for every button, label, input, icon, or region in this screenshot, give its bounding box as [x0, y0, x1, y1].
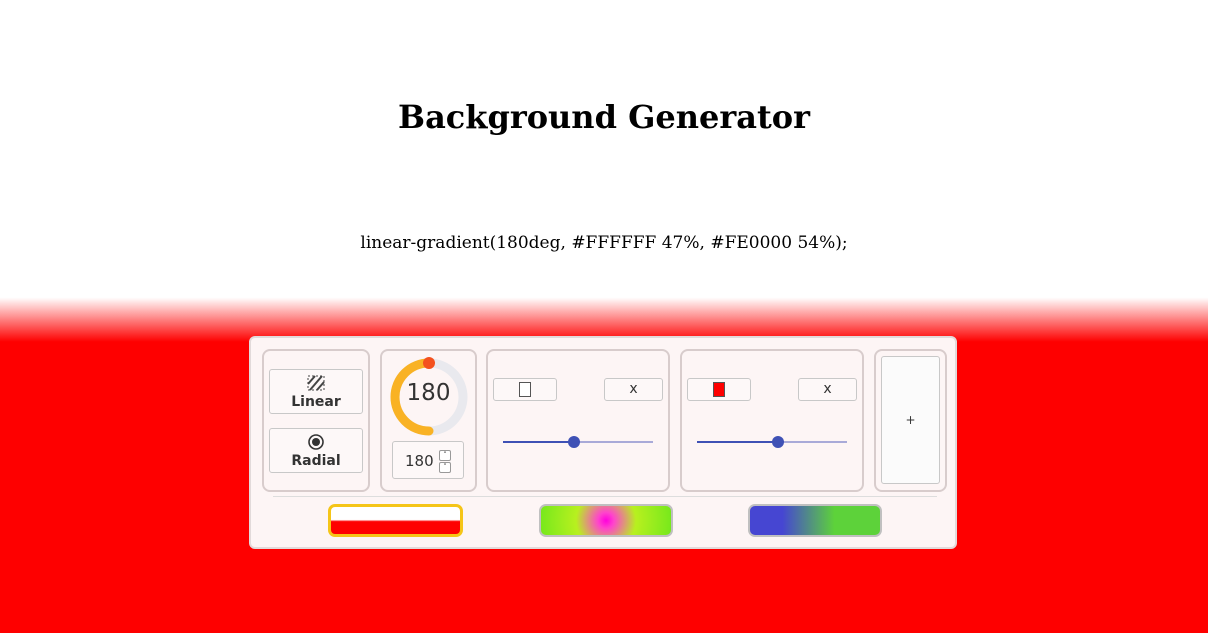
page-title: Background Generator — [398, 98, 810, 136]
slider-fill — [503, 441, 574, 443]
slider-thumb[interactable] — [772, 436, 784, 448]
angle-input[interactable]: 180 ˄ ˅ — [392, 441, 464, 479]
color-swatch — [519, 382, 531, 397]
angle-input-value: 180 — [405, 452, 434, 470]
divider — [273, 496, 937, 497]
angle-card: 180 180 ˄ ˅ — [380, 349, 477, 492]
add-stop-button[interactable]: + — [881, 356, 940, 484]
add-stop-card: + — [874, 349, 947, 492]
preset-radial-magenta-green[interactable] — [539, 504, 673, 537]
color-stop-card: x — [680, 349, 864, 492]
linear-label: Linear — [291, 393, 341, 410]
remove-stop-button[interactable]: x — [798, 378, 857, 401]
angle-dial-value: 180 — [406, 380, 451, 406]
stop-position-slider[interactable] — [697, 435, 847, 449]
slider-thumb[interactable] — [567, 436, 580, 448]
color-swatch-button[interactable] — [493, 378, 557, 401]
color-swatch — [713, 382, 725, 397]
dial-knob — [423, 357, 435, 369]
radio-target-icon — [307, 433, 325, 451]
stop-position-slider[interactable] — [503, 435, 653, 449]
linear-button[interactable]: Linear — [269, 369, 363, 414]
remove-stop-button[interactable]: x — [604, 378, 663, 401]
preset-blue-green[interactable] — [748, 504, 882, 537]
decrement-icon[interactable]: ˅ — [439, 462, 451, 473]
control-panel: Linear Radial 180 180 ˄ ˅ x x + — [249, 336, 957, 549]
css-output-text: linear-gradient(180deg, #FFFFFF 47%, #FE… — [360, 233, 848, 253]
color-stop-card: x — [486, 349, 670, 492]
increment-icon[interactable]: ˄ — [439, 450, 451, 461]
stripes-icon — [307, 374, 325, 392]
radial-label: Radial — [291, 452, 341, 469]
slider-fill — [697, 441, 778, 443]
color-swatch-button[interactable] — [687, 378, 751, 401]
gradient-type-card: Linear Radial — [262, 349, 370, 492]
radial-button[interactable]: Radial — [269, 428, 363, 473]
preset-white-red[interactable] — [328, 504, 463, 537]
